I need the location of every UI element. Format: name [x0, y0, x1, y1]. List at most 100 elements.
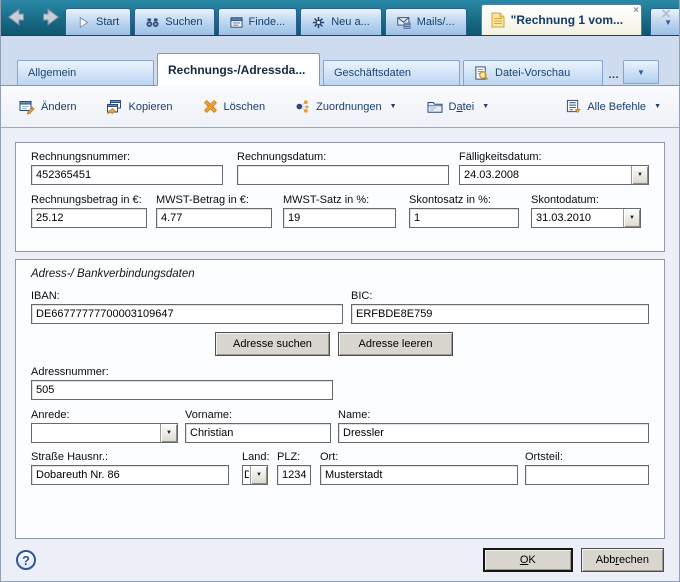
- abbrechen-button[interactable]: Abbrechen: [581, 548, 664, 572]
- adressnummer-label: Adressnummer:: [31, 366, 333, 378]
- bic-input[interactable]: [351, 304, 649, 324]
- combo-arrow-icon: ▼: [637, 172, 643, 178]
- dialog-footer: ? OK Abbrechen: [1, 539, 679, 581]
- invoice-data-group: Rechnungsnummer: Rechnungsdatum: Fälligk…: [15, 142, 665, 252]
- form-content: Rechnungsnummer: Rechnungsdatum: Fälligk…: [1, 128, 679, 539]
- iban-field: IBAN:: [31, 290, 343, 324]
- faelligkeitsdatum-input[interactable]: [460, 166, 631, 184]
- tab-rechnungs-adressdaten[interactable]: Rechnungs-/Adressda...: [157, 53, 320, 86]
- bic-label: BIC:: [351, 290, 649, 302]
- nav-tab-start[interactable]: Start: [65, 8, 131, 35]
- bic-field: BIC:: [351, 290, 649, 324]
- plz-input[interactable]: [277, 465, 311, 485]
- history-nav: [6, 7, 61, 27]
- strasse-label: Straße Hausnr.:: [31, 451, 229, 463]
- ort-input[interactable]: [320, 465, 518, 485]
- tab-label: Allgemein: [28, 67, 76, 79]
- ortsteil-input[interactable]: [525, 465, 649, 485]
- anrede-field: Anrede: ▼: [31, 409, 178, 443]
- rechnungsnummer-field: Rechnungsnummer:: [31, 151, 223, 185]
- tab-label: Datei-Vorschau: [495, 67, 570, 79]
- back-arrow-icon[interactable]: [6, 7, 32, 27]
- skontodatum-input[interactable]: [532, 209, 623, 227]
- land-input[interactable]: [243, 466, 250, 484]
- loeschen-button[interactable]: Löschen: [203, 99, 266, 114]
- anrede-dropdown-button[interactable]: ▼: [160, 424, 177, 442]
- iban-label: IBAN:: [31, 290, 343, 302]
- mwst-satz-input[interactable]: [283, 208, 396, 228]
- datei-menu-button[interactable]: Datei ▼: [427, 99, 490, 115]
- mwst-betrag-field: MWST-Betrag in €:: [156, 194, 272, 228]
- name-input[interactable]: [338, 423, 649, 443]
- nav-tab-neu[interactable]: Neu a...: [300, 8, 382, 35]
- tab-geschaeftsdaten[interactable]: Geschäftsdaten: [323, 60, 460, 85]
- rechnungsdatum-input[interactable]: [237, 165, 449, 185]
- rechnungsbetrag-input[interactable]: [31, 208, 147, 228]
- plz-field: PLZ:: [277, 451, 311, 485]
- nav-tab-mails[interactable]: Mails/...: [385, 8, 467, 35]
- vorname-input[interactable]: [185, 423, 331, 443]
- rechnungsnummer-label: Rechnungsnummer:: [31, 151, 223, 163]
- doc-tab-close-icon[interactable]: ×: [633, 5, 639, 16]
- page-tab-dropdown-button[interactable]: ▼: [623, 60, 659, 84]
- adresse-leeren-button[interactable]: Adresse leeren: [338, 332, 453, 356]
- rechnungsbetrag-field: Rechnungsbetrag in €:: [31, 194, 147, 228]
- chevron-down-icon: ▼: [637, 68, 645, 77]
- tab-label: Rechnungs-/Adressda...: [168, 63, 305, 77]
- combo-arrow-icon: ▼: [166, 430, 172, 436]
- faelligkeitsdatum-label: Fälligkeitsdatum:: [459, 151, 649, 163]
- kopieren-button[interactable]: Kopieren: [106, 99, 172, 115]
- nav-tab-label: Start: [96, 16, 119, 28]
- binoculars-icon: [146, 16, 159, 29]
- alle-befehle-menu-button[interactable]: Alle Befehle ▼: [566, 99, 661, 114]
- iban-input[interactable]: [31, 304, 343, 324]
- aendern-button[interactable]: Ändern: [19, 99, 76, 115]
- tab-datei-vorschau[interactable]: Datei-Vorschau: [463, 60, 603, 85]
- nav-tab-suchen[interactable]: Suchen: [134, 8, 214, 35]
- vorname-field: Vorname:: [185, 409, 331, 443]
- ok-button[interactable]: OK: [483, 548, 573, 572]
- address-bank-group: Adress-/ Bankverbindungsdaten IBAN: BIC:…: [15, 259, 665, 539]
- strasse-input[interactable]: [31, 465, 229, 485]
- mwst-betrag-input[interactable]: [156, 208, 272, 228]
- nav-tab-label: Finde...: [249, 16, 286, 28]
- help-icon[interactable]: ?: [16, 550, 36, 570]
- skontosatz-field: Skontosatz in %:: [409, 194, 519, 228]
- tab-label: Geschäftsdaten: [334, 67, 411, 79]
- nav-tab-label: Neu a...: [331, 16, 370, 28]
- folder-icon: [427, 99, 443, 115]
- mail-icon: [397, 16, 411, 29]
- nav-tab-label: Mails/...: [417, 16, 455, 28]
- nav-tab-finde[interactable]: Finde...: [218, 8, 298, 35]
- adressnummer-input[interactable]: [31, 380, 333, 400]
- plz-label: PLZ:: [277, 451, 311, 463]
- tab-allgemein[interactable]: Allgemein: [17, 60, 154, 85]
- adressnummer-field: Adressnummer:: [31, 366, 333, 400]
- adresse-suchen-button[interactable]: Adresse suchen: [215, 332, 330, 356]
- faelligkeitsdatum-dropdown-button[interactable]: ▼: [631, 166, 648, 184]
- skontosatz-label: Skontosatz in %:: [409, 194, 519, 206]
- name-label: Name:: [338, 409, 649, 421]
- anrede-input[interactable]: [32, 424, 160, 442]
- tab-overflow-indicator[interactable]: …: [608, 69, 620, 81]
- land-dropdown-button[interactable]: ▼: [250, 466, 267, 484]
- page-tab-strip: Allgemein Rechnungs-/Adressda... Geschäf…: [1, 36, 679, 86]
- skontosatz-input[interactable]: [409, 208, 519, 228]
- faelligkeitsdatum-field: Fälligkeitsdatum: ▼: [459, 151, 649, 185]
- window-close-icon[interactable]: ×: [661, 5, 671, 22]
- doc-tab-rechnung[interactable]: × "Rechnung 1 vom...: [481, 4, 642, 35]
- skontodatum-dropdown-button[interactable]: ▼: [623, 209, 640, 227]
- rechnungsnummer-input[interactable]: [31, 165, 223, 185]
- anrede-label: Anrede:: [31, 409, 178, 421]
- rechnungsbetrag-label: Rechnungsbetrag in €:: [31, 194, 147, 206]
- ort-field: Ort:: [320, 451, 518, 485]
- forward-arrow-icon[interactable]: [35, 7, 61, 27]
- ortsteil-field: Ortsteil:: [525, 451, 649, 485]
- command-list-icon: [566, 99, 581, 114]
- window-list-icon: [230, 16, 243, 29]
- combo-arrow-icon: ▼: [256, 472, 262, 478]
- zuordnungen-menu-button[interactable]: Zuordnungen ▼: [295, 99, 396, 114]
- command-toolbar: Ändern Kopieren Löschen Zuordnungen ▼: [1, 86, 679, 128]
- chevron-down-icon: ▼: [654, 103, 661, 110]
- start-icon: [77, 16, 90, 29]
